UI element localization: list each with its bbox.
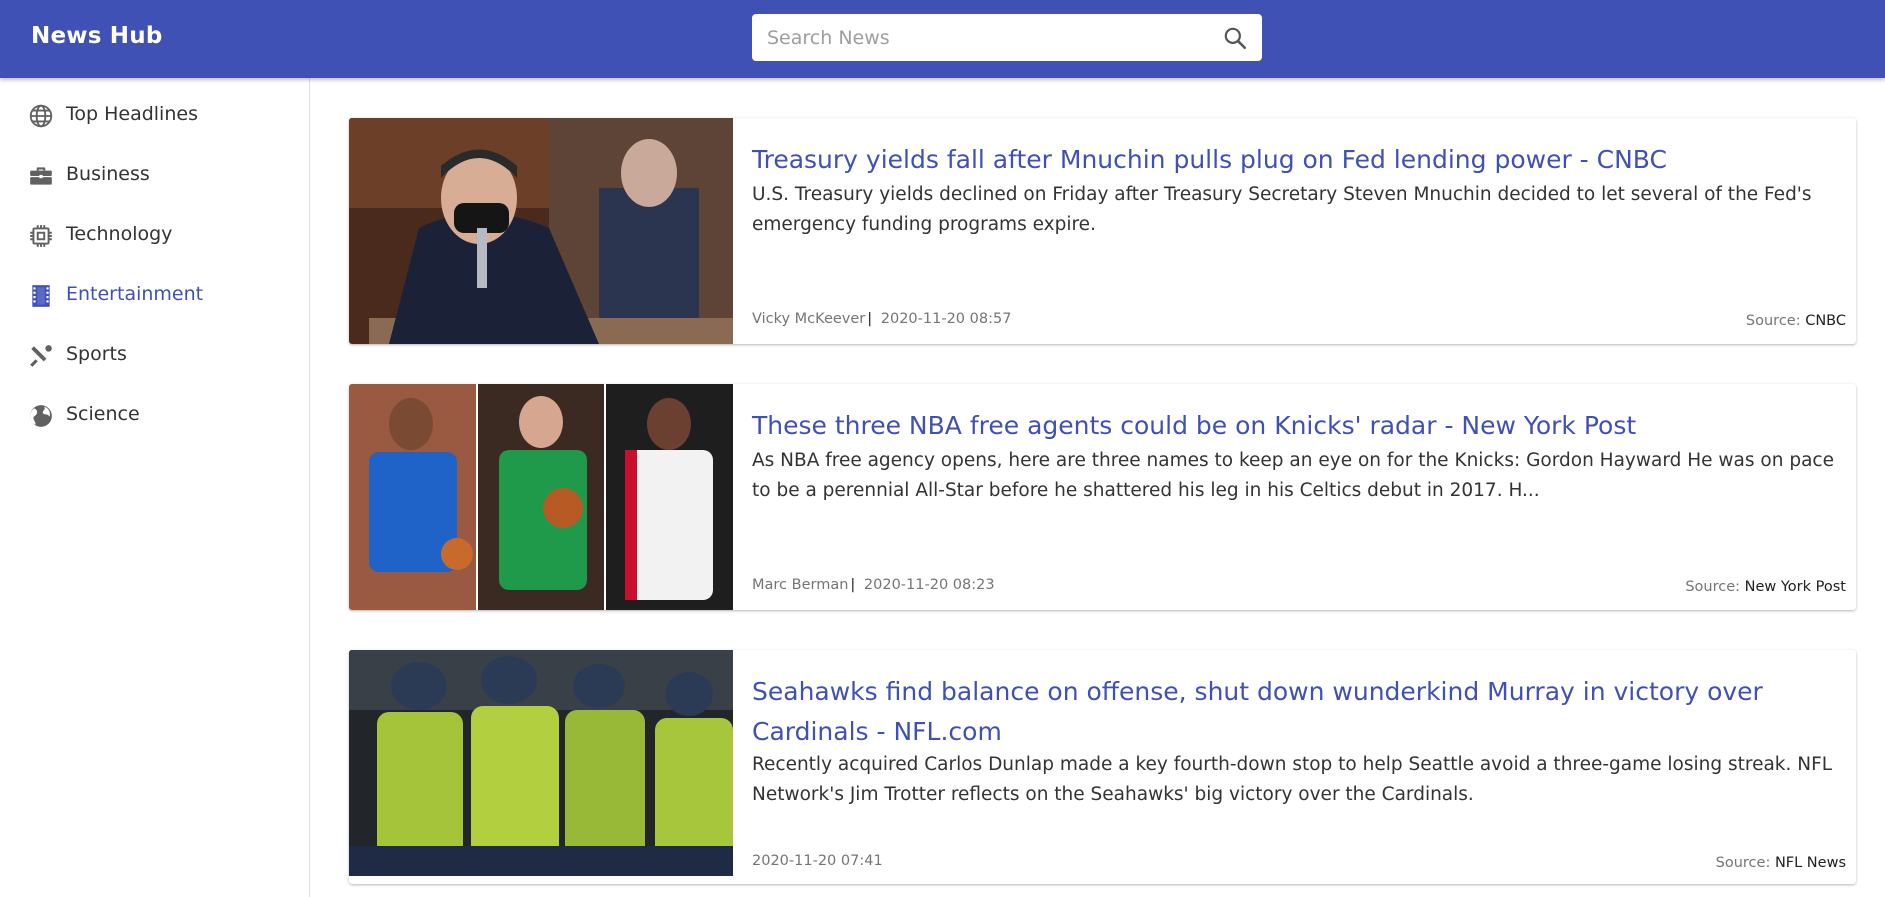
article-meta: Marc Berman | 2020-11-20 08:23 — [752, 577, 995, 593]
article-title[interactable]: Treasury yields fall after Mnuchin pulls… — [752, 140, 1832, 180]
search-icon[interactable] — [1222, 25, 1248, 51]
chip-icon — [30, 225, 52, 247]
article-thumbnail[interactable] — [349, 650, 733, 876]
article-source: Source: CNBC — [1746, 313, 1846, 329]
app-header: News Hub — [0, 0, 1885, 78]
briefcase-icon — [30, 167, 52, 185]
meta-separator: | — [867, 311, 873, 327]
sidebar-item-label: Science — [66, 403, 140, 425]
article-date: 2020-11-20 08:57 — [880, 311, 1012, 327]
source-label: Source: — [1685, 579, 1741, 595]
sidebar-item-entertainment[interactable]: Entertainment — [0, 266, 309, 326]
source-label: Source: — [1715, 855, 1771, 871]
sidebar-item-label: Sports — [66, 343, 127, 365]
article-title[interactable]: Seahawks find balance on offense, shut d… — [752, 672, 1832, 752]
sports-icon — [30, 345, 52, 367]
article-author: Vicky McKeever — [752, 311, 866, 327]
article-thumbnail[interactable] — [349, 118, 733, 344]
article-title[interactable]: These three NBA free agents could be on … — [752, 406, 1832, 446]
article-description: As NBA free agency opens, here are three… — [752, 450, 1834, 501]
sidebar-item-top-headlines[interactable]: Top Headlines — [0, 86, 309, 146]
search-box — [752, 14, 1262, 61]
article-card: These three NBA free agents could be on … — [349, 384, 1856, 610]
article-description: U.S. Treasury yields declined on Friday … — [752, 184, 1812, 235]
article-thumbnail[interactable] — [349, 384, 733, 610]
article-author: Marc Berman — [752, 577, 849, 593]
source-name: CNBC — [1805, 313, 1846, 329]
article-date: 2020-11-20 08:23 — [863, 577, 995, 593]
article-source: Source: New York Post — [1685, 579, 1846, 595]
sidebar-item-label: Top Headlines — [66, 103, 198, 125]
article-feed: Treasury yields fall after Mnuchin pulls… — [310, 78, 1885, 897]
source-name: New York Post — [1744, 579, 1846, 595]
article-meta: 2020-11-20 07:41 — [752, 853, 883, 869]
film-icon — [32, 285, 50, 307]
earth-icon — [30, 405, 52, 427]
article-card: Treasury yields fall after Mnuchin pulls… — [349, 118, 1856, 344]
source-label: Source: — [1745, 313, 1801, 329]
sidebar-item-label: Technology — [66, 223, 173, 245]
article-description: Recently acquired Carlos Dunlap made a k… — [752, 754, 1833, 805]
sidebar-item-label: Business — [66, 163, 150, 185]
search-input[interactable] — [752, 14, 1207, 61]
article-date: 2020-11-20 07:41 — [752, 853, 883, 869]
sidebar-item-science[interactable]: Science — [0, 386, 309, 446]
brand-title[interactable]: News Hub — [31, 23, 162, 49]
sidebar-item-technology[interactable]: Technology — [0, 206, 309, 266]
sidebar-item-label: Entertainment — [66, 283, 204, 305]
sidebar-item-sports[interactable]: Sports — [0, 326, 309, 386]
article-meta: Vicky McKeever | 2020-11-20 08:57 — [752, 311, 1011, 327]
meta-separator: | — [850, 577, 856, 593]
article-source: Source: NFL News — [1716, 855, 1846, 871]
article-card: Seahawks find balance on offense, shut d… — [349, 650, 1856, 884]
globe-icon — [29, 104, 53, 128]
source-name: NFL News — [1774, 855, 1846, 871]
sidebar: Top Headlines Business Technology Entert… — [0, 78, 310, 897]
sidebar-item-business[interactable]: Business — [0, 146, 309, 206]
